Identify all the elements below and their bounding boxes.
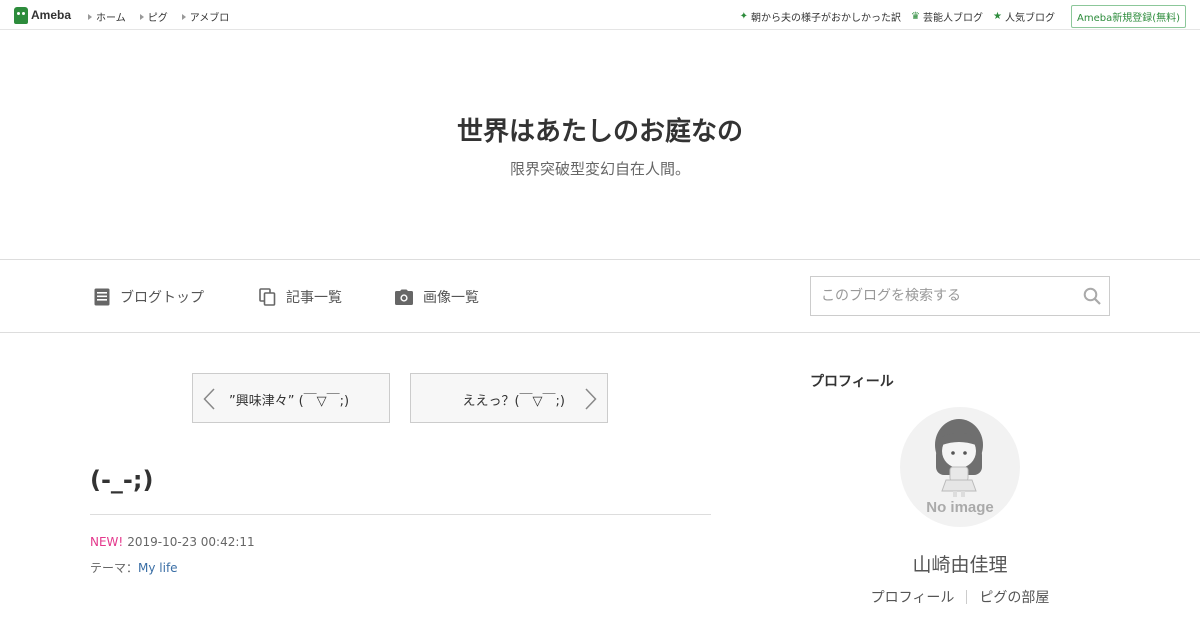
chevron-left-icon — [203, 388, 215, 410]
logo-text: Ameba — [31, 8, 72, 22]
register-button[interactable]: Ameba新規登録(無料) — [1070, 5, 1186, 28]
chevron-right-icon — [585, 388, 597, 410]
article-datetime: 2019-10-23 00:42:11 — [127, 535, 255, 549]
previous-article-button[interactable]: ”興味津々” (￣▽￣;) — [192, 373, 390, 423]
article-title: (-_-;) — [90, 466, 154, 494]
global-header: Ameba ホーム ピグ アメブロ ✦ 朝から夫の様子がおかしかった訳 ♛ 芸能人ブ… — [0, 0, 1200, 30]
next-article-button[interactable]: ええっ？(￣▽￣;) — [410, 373, 608, 423]
link-separator — [966, 590, 968, 604]
blog-nav: ブログトップ 記事一覧 画像一覧 — [0, 259, 1200, 333]
copy-icon — [259, 288, 276, 306]
ameba-logo[interactable]: Ameba — [14, 6, 71, 24]
new-badge: NEW! — [90, 535, 124, 549]
nav-item-home[interactable]: ホーム — [88, 9, 126, 24]
avatar[interactable]: No image — [900, 407, 1020, 527]
theme-link[interactable]: My life — [138, 561, 178, 575]
article-theme: テーマ：My life — [90, 559, 178, 576]
link-featured-article[interactable]: ✦ 朝から夫の様子がおかしかった訳 — [740, 9, 901, 24]
search-icon[interactable] — [1083, 287, 1101, 305]
nav-item-pigg[interactable]: ピグ — [139, 9, 168, 24]
triangle-right-icon — [88, 13, 92, 20]
article-meta: NEW! 2019-10-23 00:42:11 — [90, 535, 255, 549]
profile-heading: プロフィール — [810, 374, 894, 390]
blog-top-link[interactable]: ブログトップ — [94, 287, 204, 307]
ameba-logo-icon — [14, 6, 28, 24]
camera-icon — [395, 289, 413, 305]
blog-search-box — [810, 276, 1110, 316]
blog-title[interactable]: 世界はあたしのお庭なの — [0, 111, 1200, 148]
blog-header: 世界はあたしのお庭なの 限界突破型変幻自在人間。 — [0, 31, 1200, 259]
star-icon: ★ — [993, 11, 1002, 22]
image-list-link[interactable]: 画像一覧 — [395, 287, 479, 307]
blog-description: 限界突破型変幻自在人間。 — [509, 160, 690, 178]
profile-link[interactable]: プロフィール — [871, 587, 955, 607]
next-article-title: ええっ？(￣▽￣;) — [462, 394, 565, 409]
profile-name[interactable]: 山崎由佳理 — [810, 550, 1110, 577]
global-nav: ホーム ピグ アメブロ — [88, 9, 229, 24]
link-celebrity-blogs[interactable]: ♛ 芸能人ブログ — [911, 9, 983, 24]
triangle-right-icon — [181, 13, 186, 20]
no-image-text: No image — [926, 499, 994, 516]
document-icon — [94, 288, 110, 306]
link-popular-blogs[interactable]: ★ 人気ブログ — [993, 9, 1055, 24]
nav-item-ameblo[interactable]: アメブロ — [181, 9, 229, 24]
blog-search-input[interactable] — [811, 277, 1071, 315]
sparkle-icon: ✦ — [739, 11, 749, 22]
pigg-room-link[interactable]: ピグの部屋 — [979, 587, 1049, 607]
title-divider — [90, 514, 711, 515]
previous-article-title: ”興味津々” (￣▽￣;) — [229, 394, 350, 409]
triangle-right-icon — [139, 13, 144, 20]
article-list-link[interactable]: 記事一覧 — [259, 287, 342, 307]
crown-icon: ♛ — [911, 11, 921, 22]
global-right-nav: ✦ 朝から夫の様子がおかしかった訳 ♛ 芸能人ブログ ★ 人気ブログ Ameba新規登… — [740, 5, 1186, 28]
profile-links: プロフィール ピグの部屋 — [810, 587, 1110, 607]
theme-label: テーマ： — [90, 561, 139, 575]
